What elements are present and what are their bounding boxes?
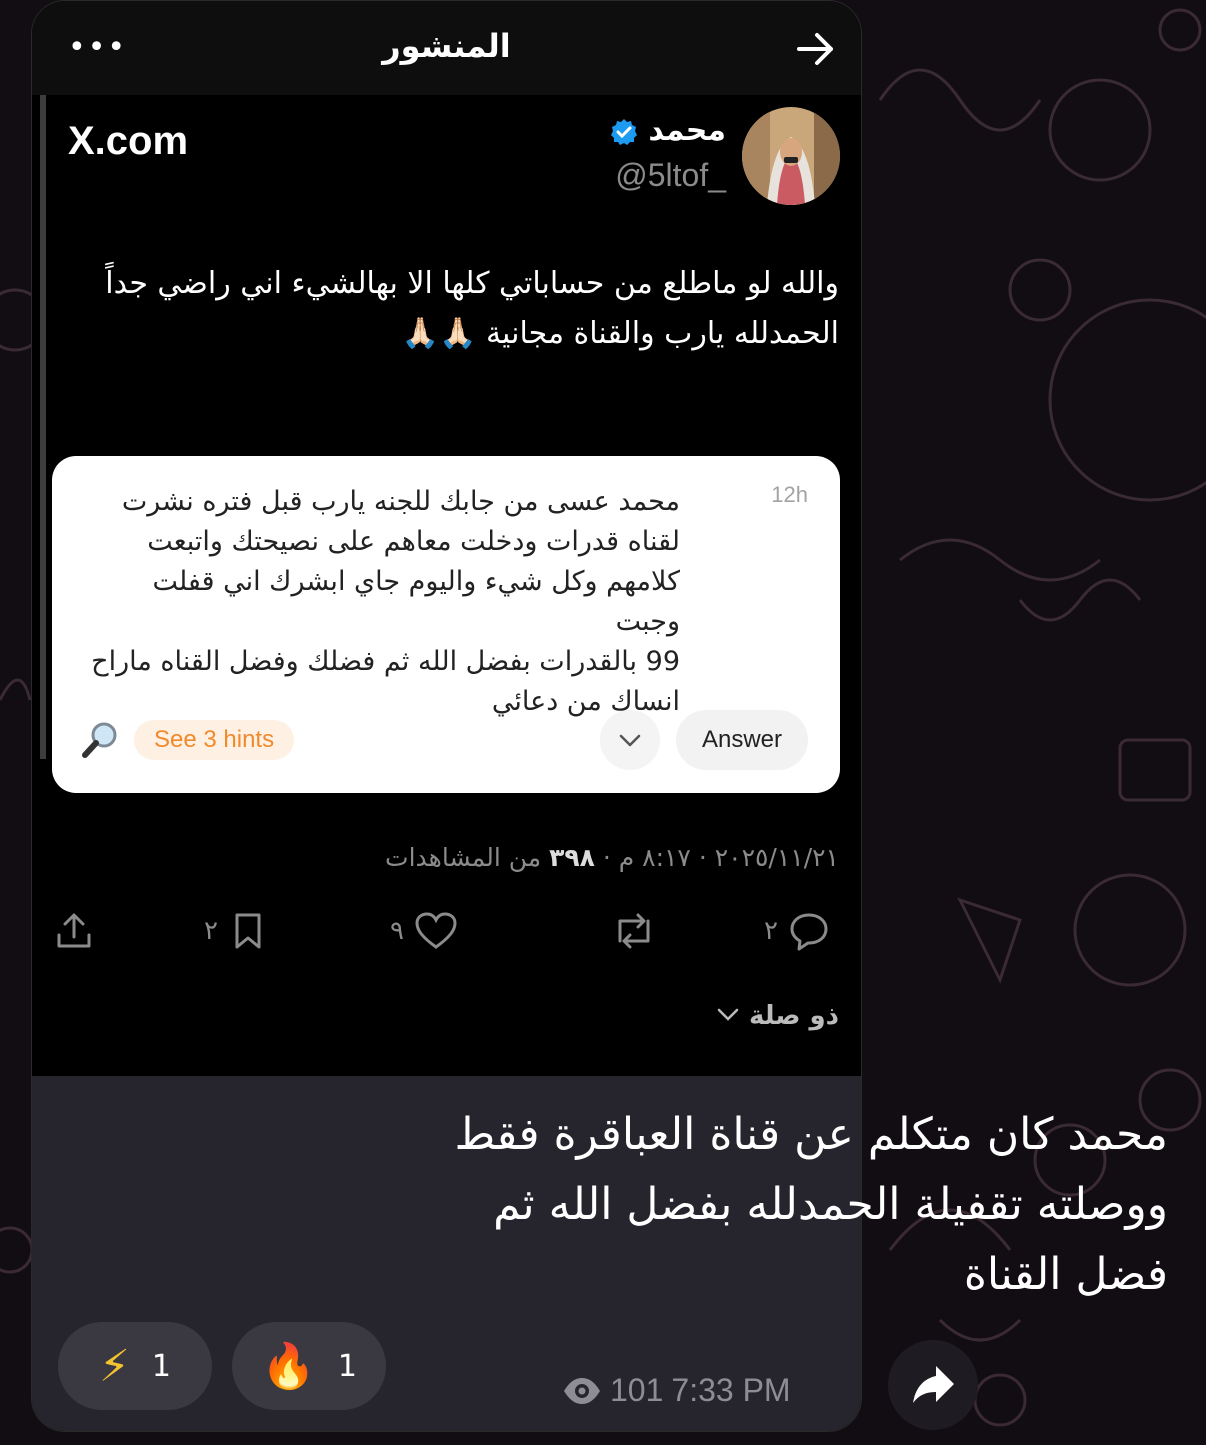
views-count: ٣٩٨ — [549, 843, 595, 872]
tweet-date: ٢٠٢٥/١١/٢١ — [714, 843, 839, 872]
question-card: 12h محمد عسى من جابك للجنه يارب قبل فتره… — [52, 456, 840, 793]
question-line: 99 بالقدرات بفضل الله ثم فضلك وفضل القنا… — [91, 646, 680, 677]
tweet-line: والله لو ماطلع من حساباتي كلها الا بهالش… — [105, 266, 839, 301]
message-time: 7:33 PM — [671, 1372, 791, 1408]
reaction-lightning[interactable]: ⚡ 1 — [58, 1322, 212, 1410]
share-icon — [57, 913, 91, 948]
caption-line: ووصلته تقفيلة الحمدلله بفضل الله ثم — [493, 1179, 1168, 1230]
caption-line: محمد كان متكلم عن قناة العباقرة فقط — [454, 1109, 1168, 1160]
caption-line: فضل القناة — [963, 1249, 1168, 1300]
tweet-meta: ٢٠٢٥/١١/٢١ · ٨:١٧ م · ٣٩٨ من المشاهدات — [385, 843, 839, 872]
question-text: محمد عسى من جابك للجنه يارب قبل فتره نشر… — [80, 482, 680, 722]
tweet-line: الحمدلله يارب والقناة مجانية 🙏🏻🙏🏻 — [401, 316, 839, 351]
like-button[interactable]: ٩ — [390, 911, 458, 951]
repost-icon — [618, 913, 650, 949]
heart-icon — [415, 912, 457, 949]
reaction-count: 1 — [337, 1348, 357, 1384]
arrow-right-icon[interactable] — [796, 31, 836, 67]
site-label: X.com — [68, 119, 189, 163]
reaction-fire[interactable]: 🔥 1 — [232, 1322, 386, 1410]
see-hints-button[interactable]: See 3 hints — [134, 720, 295, 760]
share-button[interactable] — [54, 911, 94, 951]
forward-icon — [913, 1366, 954, 1403]
chevron-down-icon — [717, 1008, 739, 1021]
message-footer: 101 7:33 PM — [562, 1372, 791, 1409]
fire-icon: 🔥 — [261, 1341, 316, 1392]
bookmark-button[interactable]: ٢ — [204, 911, 268, 951]
repost-button[interactable] — [610, 911, 658, 951]
message-views: 101 — [610, 1372, 664, 1408]
question-line: انساك من دعائي — [491, 686, 680, 717]
message-caption: محمد كان متكلم عن قناة العباقرة فقط ووصل… — [408, 1100, 1168, 1310]
user-name-text: محمد — [648, 113, 726, 148]
reaction-count: 1 — [151, 1348, 171, 1384]
action-bar: ٢ ٩ ٢ — [32, 901, 861, 971]
eye-icon — [564, 1377, 600, 1404]
views-label: من المشاهدات — [385, 843, 542, 872]
forward-button[interactable] — [888, 1340, 978, 1430]
chevron-down-icon — [619, 734, 641, 747]
tweet-time: ٨:١٧ م — [618, 843, 691, 872]
meta-separator: · — [594, 843, 619, 872]
like-count: ٩ — [390, 916, 404, 946]
question-time: 12h — [771, 482, 808, 507]
lightning-icon: ⚡ — [99, 1340, 130, 1392]
answer-button[interactable]: Answer — [676, 710, 808, 770]
reply-button[interactable]: ٢ — [764, 911, 830, 951]
magnifier-icon — [82, 722, 117, 758]
reply-icon — [790, 913, 828, 951]
bookmark-icon — [235, 913, 261, 949]
bookmark-count: ٢ — [204, 916, 218, 946]
related-label: ذو صلة — [748, 1001, 839, 1031]
verified-icon — [610, 118, 637, 145]
page-title: المنشور — [382, 27, 511, 65]
avatar[interactable] — [742, 107, 840, 205]
expand-button[interactable] — [600, 710, 660, 770]
tweet-text: والله لو ماطلع من حساباتي كلها الا بهالش… — [79, 259, 839, 359]
user-name[interactable]: محمد — [602, 113, 726, 148]
question-line: كلامهم وكل شيء واليوم جاي ابشرك اني قفلت… — [152, 566, 680, 637]
header-bar: ••• المنشور — [32, 1, 861, 95]
question-line: محمد عسى من جابك للجنه يارب قبل فتره نشر… — [121, 486, 680, 517]
meta-separator: · — [690, 843, 715, 872]
quote-bar — [40, 95, 46, 759]
related-dropdown[interactable]: ذو صلة — [716, 1001, 839, 1031]
user-handle[interactable]: @5ltof_ — [615, 157, 726, 194]
question-line: لقناه قدرات ودخلت معاهم على نصيحتك واتبع… — [147, 526, 680, 557]
reply-count: ٢ — [764, 916, 778, 946]
